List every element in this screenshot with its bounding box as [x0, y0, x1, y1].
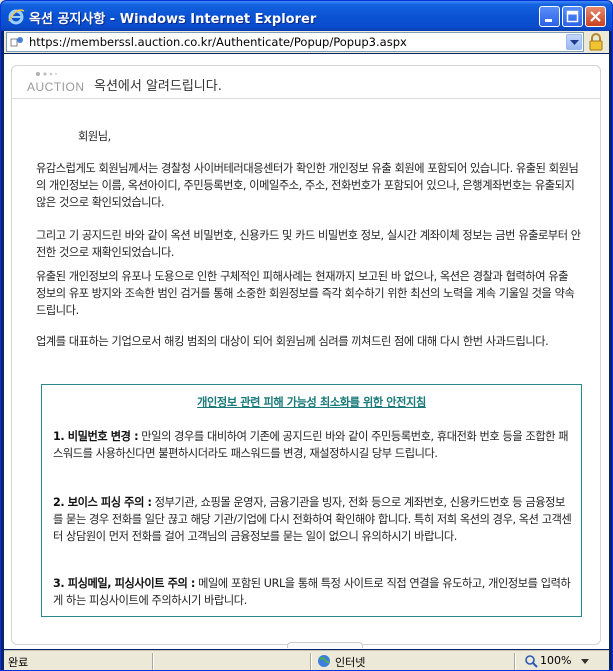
maximize-button[interactable]	[562, 6, 583, 27]
page-icon	[10, 37, 23, 47]
safety-tip-heading: 3. 피싱메일, 피싱사이트 주의 :	[53, 577, 195, 590]
notice-paragraph-1: 유감스럽게도 회원님께서는 경찰청 사이버테러대응센터가 확인한 개인정보 유출…	[36, 162, 579, 209]
zoom-icon[interactable]	[524, 654, 538, 668]
auction-logo: AUCTION	[27, 68, 87, 96]
dropdown-icon	[570, 40, 579, 45]
logo-dots-icon	[36, 72, 57, 76]
window-title: 옥션 공지사항 - Windows Internet Explorer	[29, 12, 317, 27]
notice-paragraph-3: 유출된 개인정보의 유포나 도용으로 인한 구체적인 피해사례는 현재까지 보고…	[36, 270, 575, 317]
address-url[interactable]: https://memberssl.auction.co.kr/Authenti…	[29, 35, 407, 49]
ie-icon	[8, 9, 25, 25]
greeting-text: 회원님,	[78, 130, 111, 143]
bottom-tab-handle	[287, 642, 363, 648]
page-content: AUCTION 옥션에서 알려드립니다. 회원님, 유감스럽게도 회원님께서는 …	[4, 54, 609, 649]
safety-guide-title: 개인정보 관련 피해 가능성 최소화를 위한 안전지침	[197, 396, 426, 409]
safety-tip-heading: 1. 비밀번호 변경 :	[53, 430, 139, 443]
title-bar[interactable]: 옥션 공지사항 - Windows Internet Explorer	[1, 1, 612, 31]
globe-icon	[318, 655, 330, 667]
status-separator	[310, 653, 312, 670]
close-icon	[590, 11, 601, 22]
security-zone-label[interactable]: 인터넷	[335, 654, 365, 670]
chevron-down-icon[interactable]	[581, 659, 589, 664]
notice-header: AUCTION 옥션에서 알려드립니다.	[12, 66, 600, 99]
status-separator	[152, 653, 154, 670]
notice-frame: AUCTION 옥션에서 알려드립니다. 회원님, 유감스럽게도 회원님께서는 …	[11, 65, 601, 648]
close-button[interactable]	[585, 6, 606, 27]
notice-paragraph-2: 그리고 기 공지드린 바와 같이 옥션 비밀번호, 신용카드 및 카드 비밀번호…	[36, 229, 581, 259]
address-dropdown-button[interactable]	[566, 34, 582, 50]
status-bar: 완료 인터넷 100%	[4, 650, 609, 670]
safety-tip-heading: 2. 보이스 피싱 주의 :	[53, 496, 152, 509]
address-bar: https://memberssl.auction.co.kr/Authenti…	[4, 31, 609, 53]
minimize-icon	[545, 19, 552, 22]
address-field[interactable]: https://memberssl.auction.co.kr/Authenti…	[6, 32, 584, 52]
maximize-icon	[566, 10, 579, 23]
logo-text: AUCTION	[27, 80, 85, 94]
safety-guide-box: 개인정보 관련 피해 가능성 최소화를 위한 안전지침 1. 비밀번호 변경 :…	[41, 384, 582, 617]
safety-tip-1: 1. 비밀번호 변경 : 만일의 경우를 대비하여 기존에 공지드린 바와 같이…	[53, 428, 573, 462]
safety-tip-3: 3. 피싱메일, 피싱사이트 주의 : 메일에 포함된 URL을 통해 특정 사…	[53, 575, 573, 609]
status-text: 완료	[8, 656, 29, 669]
safety-tip-2: 2. 보이스 피싱 주의 : 정부기관, 쇼핑몰 운영자, 금융기관을 빙자, …	[53, 494, 573, 545]
minimize-button[interactable]	[539, 6, 560, 27]
browser-window: 옥션 공지사항 - Windows Internet Explorer http…	[0, 0, 613, 671]
lock-icon[interactable]	[588, 33, 604, 51]
zoom-level[interactable]: 100%	[540, 654, 571, 667]
page-title: 옥션에서 알려드립니다.	[94, 79, 222, 94]
status-separator	[514, 653, 516, 670]
notice-paragraph-4: 업계를 대표하는 기업으로서 해킹 범죄의 대상이 되어 회원님께 심려를 끼쳐…	[36, 335, 549, 348]
